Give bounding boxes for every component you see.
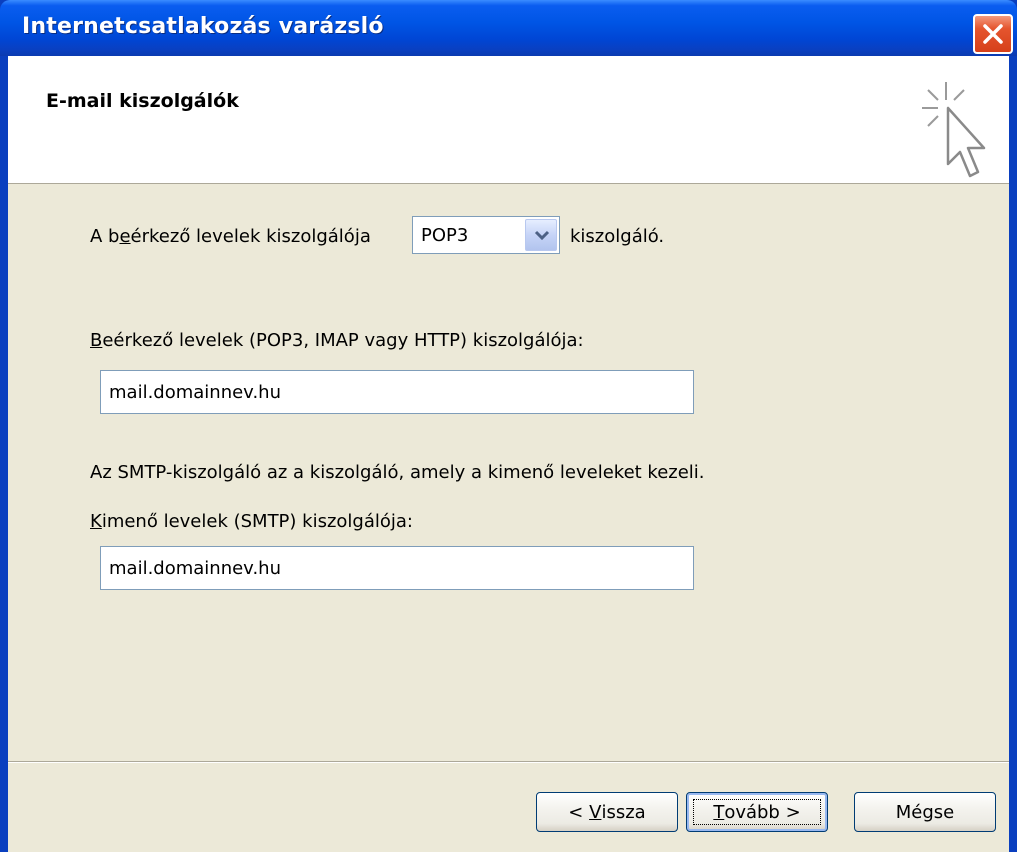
incoming-type-label-part: érkező levelek kiszolgálója bbox=[130, 226, 371, 247]
incoming-server-type-select[interactable]: POP3 bbox=[412, 216, 560, 254]
footer-separator bbox=[8, 761, 1009, 763]
wizard-header: E-mail kiszolgálók bbox=[8, 56, 1009, 184]
next-button[interactable]: Tovább > bbox=[686, 792, 828, 832]
incoming-server-label: Beérkező levelek (POP3, IMAP vagy HTTP) … bbox=[90, 330, 584, 351]
incoming-server-input[interactable] bbox=[101, 371, 693, 413]
incoming-server-type-value: POP3 bbox=[421, 225, 469, 246]
incoming-server-label-part: eérkező levelek (POP3, IMAP vagy HTTP) k… bbox=[102, 330, 584, 351]
dropdown-button[interactable] bbox=[525, 219, 557, 251]
window-title: Internetcsatlakozás varázsló bbox=[22, 14, 384, 39]
wizard-window: Internetcsatlakozás varázsló E-mail kisz… bbox=[0, 0, 1017, 852]
outgoing-server-label-accesskey: K bbox=[90, 511, 102, 532]
outgoing-server-field[interactable] bbox=[100, 546, 694, 590]
outgoing-server-input[interactable] bbox=[101, 547, 693, 589]
close-icon bbox=[983, 24, 1003, 44]
cancel-button[interactable]: Mégse bbox=[854, 792, 996, 832]
cancel-button-label: Mégse bbox=[895, 801, 955, 823]
wizard-cursor-icon bbox=[922, 82, 986, 178]
outgoing-server-label: Kimenő levelek (SMTP) kiszolgálója: bbox=[90, 511, 413, 532]
back-button-accesskey: V bbox=[589, 801, 602, 823]
back-button[interactable]: < Vissza bbox=[536, 792, 678, 832]
back-button-label-part: < bbox=[568, 801, 590, 823]
focus-rectangle bbox=[693, 799, 821, 825]
wizard-client-area: E-mail kiszolgálók A beérkező levelek ki… bbox=[8, 56, 1009, 852]
incoming-server-field[interactable] bbox=[100, 370, 694, 414]
incoming-type-label-accesskey: e bbox=[119, 226, 131, 247]
page-title: E-mail kiszolgálók bbox=[46, 90, 239, 112]
chevron-down-icon bbox=[534, 230, 550, 241]
smtp-info-text: Az SMTP-kiszolgáló az a kiszolgáló, amel… bbox=[90, 462, 705, 483]
incoming-type-suffix-label: kiszolgáló. bbox=[570, 226, 665, 247]
incoming-type-label: A beérkező levelek kiszolgálója bbox=[90, 226, 371, 247]
title-bar[interactable]: Internetcsatlakozás varázsló bbox=[0, 0, 1017, 56]
back-button-label-part: issza bbox=[601, 801, 646, 823]
outgoing-server-label-part: imenő levelek (SMTP) kiszolgálója: bbox=[101, 511, 413, 532]
incoming-server-label-accesskey: B bbox=[90, 330, 103, 351]
incoming-type-label-part: A b bbox=[90, 226, 120, 247]
close-button[interactable] bbox=[973, 14, 1013, 54]
